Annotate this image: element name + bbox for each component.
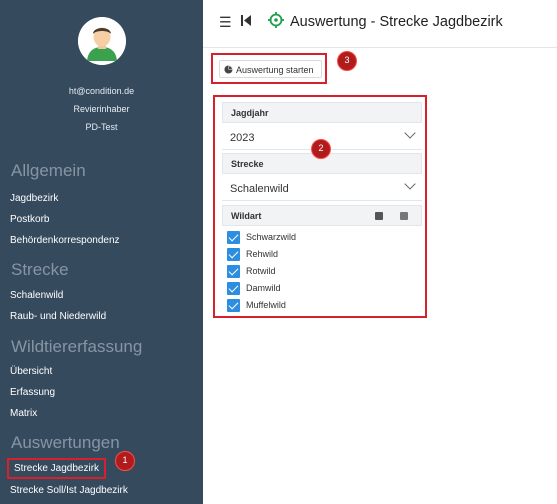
start-evaluation-label: Auswertung starten	[236, 65, 314, 75]
checkbox-rotwild[interactable]	[227, 265, 240, 278]
deselect-all-icon[interactable]	[400, 212, 408, 220]
crosshair-icon	[268, 12, 284, 33]
sidebar-item-strecke-jagdbezirk[interactable]: Strecke Jagdbezirk	[7, 458, 107, 479]
checkbox-label: Muffelwild	[246, 300, 286, 310]
annotation-badge-2: 2	[311, 139, 331, 159]
sidebar-item-jagdbezirk[interactable]: Jagdbezirk	[7, 191, 61, 206]
pie-chart-icon	[224, 65, 233, 74]
jagdjahr-value: 2023	[230, 132, 255, 144]
annotation-badge-1: 1	[115, 451, 135, 471]
section-strecke: Strecke	[11, 260, 69, 279]
section-wildtiererfassung: Wildtiererfassung	[11, 337, 143, 356]
user-org: PD-Test	[85, 122, 118, 132]
user-email: ht@condition.de	[68, 86, 135, 96]
sidebar: ht@condition.de Revierinhaber PD-Test Al…	[0, 0, 203, 504]
checkbox-label: Schwarzwild	[246, 232, 297, 242]
sidebar-item-raub-und-niederwild[interactable]: Raub- und Niederwild	[7, 309, 109, 324]
checkbox-label: Rotwild	[246, 266, 276, 276]
user-avatar-icon	[78, 17, 126, 65]
checkbox-label: Rehwild	[246, 249, 279, 259]
checkbox-schwarzwild[interactable]	[227, 231, 240, 244]
select-all-icon[interactable]	[375, 212, 383, 220]
hamburger-icon[interactable]: ☰	[219, 14, 232, 31]
jagdjahr-label: Jagdjahr	[222, 102, 422, 123]
sidebar-item-schalenwild[interactable]: Schalenwild	[7, 288, 66, 303]
app: ht@condition.de Revierinhaber PD-Test Al…	[0, 0, 557, 504]
checkbox-rehwild[interactable]	[227, 248, 240, 261]
filter-panel: Jagdjahr 2023 Strecke Schalenwild Wildar…	[213, 95, 427, 318]
checkbox-damwild[interactable]	[227, 282, 240, 295]
section-allgemein: Allgemein	[11, 161, 86, 180]
page-title: Auswertung - Strecke Jagdbezirk	[290, 14, 503, 30]
sidebar-item-uebersicht[interactable]: Übersicht	[7, 364, 55, 379]
avatar[interactable]	[78, 17, 126, 65]
strecke-select[interactable]: Schalenwild	[222, 175, 422, 201]
sidebar-item-strecke-soll-ist-jagdbezirk[interactable]: Strecke Soll/Ist Jagdbezirk	[7, 483, 131, 498]
sidebar-item-erfassung[interactable]: Erfassung	[7, 385, 58, 400]
user-role: Revierinhaber	[73, 104, 130, 114]
wildart-label: Wildart	[231, 211, 262, 221]
start-button-highlight: Auswertung starten	[211, 53, 327, 84]
wildart-header: Wildart	[222, 205, 422, 226]
sidebar-item-matrix[interactable]: Matrix	[7, 406, 40, 421]
collapse-sidebar-icon[interactable]	[241, 15, 251, 29]
section-auswertungen: Auswertungen	[11, 433, 120, 452]
sidebar-item-postkorb[interactable]: Postkorb	[7, 212, 52, 227]
chevron-down-icon	[404, 178, 416, 190]
chevron-down-icon	[404, 127, 416, 139]
header: ☰ Auswertung - Strecke Jagdbezirk	[203, 0, 557, 48]
annotation-badge-3: 3	[337, 51, 357, 71]
sidebar-item-behoerdenkorrespondenz[interactable]: Behördenkorrespondenz	[7, 233, 123, 248]
start-evaluation-button[interactable]: Auswertung starten	[219, 60, 322, 78]
checkbox-muffelwild[interactable]	[227, 299, 240, 312]
strecke-value: Schalenwild	[230, 183, 289, 195]
checkbox-label: Damwild	[246, 283, 281, 293]
